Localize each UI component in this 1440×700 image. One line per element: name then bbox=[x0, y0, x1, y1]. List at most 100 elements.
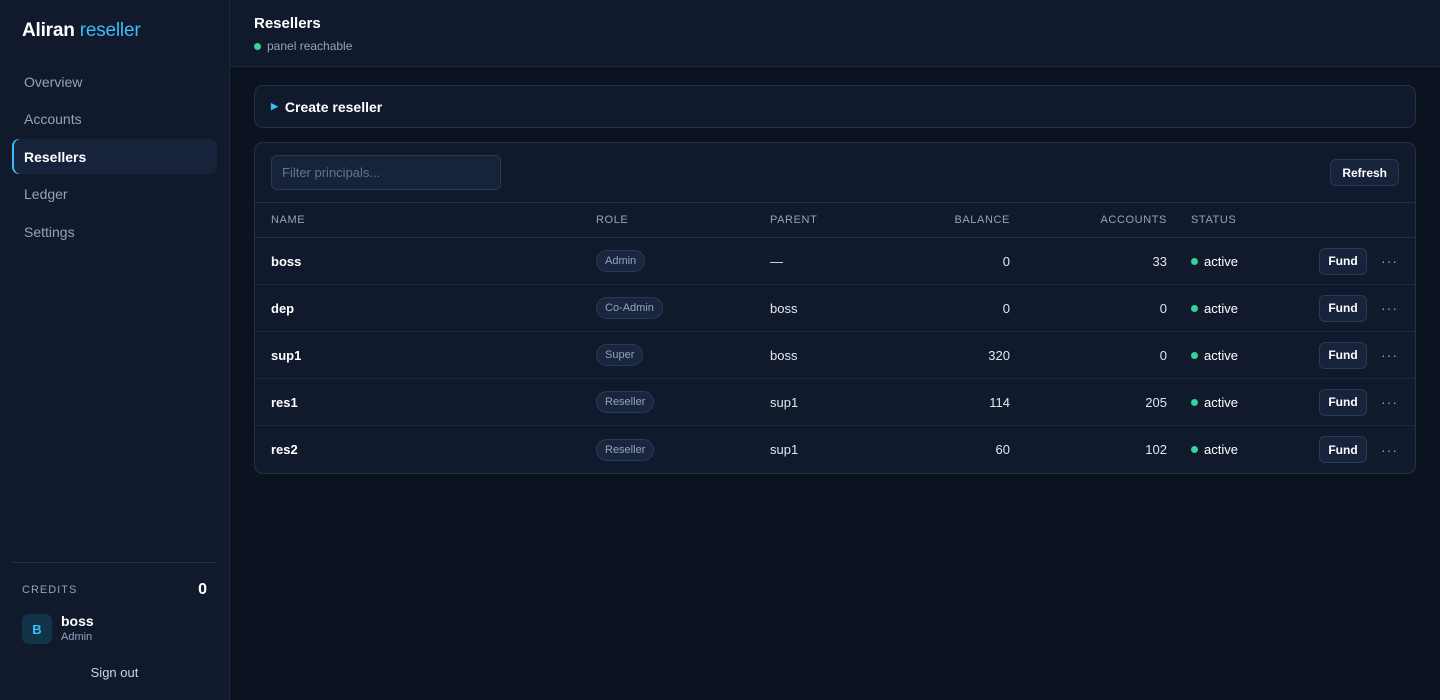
balance-cell: 0 bbox=[1002, 253, 1010, 269]
sidebar-item-ledger[interactable]: Ledger bbox=[12, 177, 217, 212]
sidebar-nav: Overview Accounts Resellers Ledger Setti… bbox=[12, 64, 217, 251]
role-cell: Admin bbox=[596, 250, 770, 272]
parent-cell: — bbox=[770, 253, 783, 269]
reseller-name: res2 bbox=[271, 442, 298, 457]
more-options-icon[interactable]: ··· bbox=[1381, 394, 1397, 410]
reseller-name: res1 bbox=[271, 394, 298, 410]
column-header-balance[interactable]: BALANCE bbox=[895, 214, 1010, 226]
credits-value: 0 bbox=[198, 581, 207, 598]
row-actions: Fund ··· bbox=[1297, 247, 1415, 275]
column-header-status[interactable]: STATUS bbox=[1167, 214, 1297, 226]
accounts-cell: 0 bbox=[1159, 347, 1167, 363]
role-cell: Co-Admin bbox=[596, 297, 770, 319]
column-header-parent[interactable]: PARENT bbox=[770, 214, 895, 226]
sidebar-item-settings[interactable]: Settings bbox=[12, 214, 217, 249]
sidebar: Aliran reseller Overview Accounts Resell… bbox=[0, 0, 230, 700]
more-options-icon[interactable]: ··· bbox=[1381, 347, 1397, 363]
role-badge: Super bbox=[596, 344, 644, 366]
user-role: Admin bbox=[61, 631, 93, 643]
current-user: B boss Admin bbox=[12, 613, 217, 645]
sign-out-button[interactable]: Sign out bbox=[12, 665, 217, 680]
user-info: boss Admin bbox=[61, 613, 94, 645]
create-reseller-label: Create reseller bbox=[284, 98, 383, 115]
more-options-icon[interactable]: ··· bbox=[1381, 300, 1397, 316]
page-title: Resellers bbox=[254, 15, 321, 32]
accounts-cell: 205 bbox=[1145, 394, 1167, 410]
brand-name: Aliran bbox=[22, 20, 75, 41]
accounts-cell: 102 bbox=[1145, 442, 1167, 457]
role-cell: Reseller bbox=[596, 391, 770, 413]
brand-logo: Aliran reseller bbox=[22, 20, 217, 42]
balance-cell: 60 bbox=[995, 442, 1010, 457]
role-cell: Super bbox=[596, 344, 770, 366]
page-header: Resellers panel reachable bbox=[230, 0, 1440, 67]
role-badge: Admin bbox=[596, 250, 646, 272]
more-options-icon[interactable]: ··· bbox=[1381, 253, 1397, 269]
create-reseller-toggle[interactable]: ▶ Create reseller bbox=[254, 85, 1416, 128]
status-dot-icon bbox=[1191, 398, 1198, 406]
accounts-cell: 33 bbox=[1152, 253, 1167, 269]
column-header-accounts[interactable]: ACCOUNTS bbox=[1010, 214, 1167, 226]
credits-label: CREDITS bbox=[22, 584, 78, 596]
fund-button[interactable]: Fund bbox=[1319, 436, 1367, 463]
reseller-name: dep bbox=[271, 300, 295, 316]
table-row[interactable]: sup1 Super boss 320 0 active Fund ··· bbox=[255, 332, 1415, 379]
status-cell: active bbox=[1167, 301, 1297, 316]
main-area: Resellers panel reachable ▶ Create resel… bbox=[230, 0, 1440, 700]
column-header-role[interactable]: ROLE bbox=[596, 214, 770, 226]
sidebar-item-accounts[interactable]: Accounts bbox=[12, 102, 217, 137]
user-name: boss bbox=[61, 613, 94, 629]
table-row[interactable]: res1 Reseller sup1 114 205 active Fund ··… bbox=[255, 379, 1415, 426]
parent-cell: boss bbox=[770, 300, 798, 316]
credits-summary: CREDITS 0 bbox=[12, 581, 217, 599]
status-text: active bbox=[1204, 253, 1238, 269]
status-text: active bbox=[1204, 442, 1238, 457]
parent-cell: sup1 bbox=[770, 394, 799, 410]
role-badge: Reseller bbox=[596, 391, 655, 413]
row-actions: Fund ··· bbox=[1297, 388, 1415, 416]
resellers-table-card: Refresh NAME ROLE PARENT BALANCE ACCOUNT… bbox=[254, 142, 1416, 474]
status-text: active bbox=[1204, 300, 1238, 316]
role-badge: Co-Admin bbox=[596, 297, 663, 319]
status-cell: active bbox=[1167, 254, 1297, 269]
status-cell: active bbox=[1167, 395, 1297, 410]
status-text: active bbox=[1204, 394, 1238, 410]
row-actions: Fund ··· bbox=[1297, 294, 1415, 322]
table-row[interactable]: res2 Reseller sup1 60 102 active Fund ··· bbox=[255, 426, 1415, 473]
caret-right-icon: ▶ bbox=[271, 101, 278, 111]
column-header-name[interactable]: NAME bbox=[271, 214, 596, 226]
table-row[interactable]: boss Admin — 0 33 active Fund ··· bbox=[255, 238, 1415, 285]
reseller-name: boss bbox=[271, 253, 302, 269]
balance-cell: 114 bbox=[989, 394, 1010, 410]
filter-input[interactable] bbox=[271, 155, 501, 190]
status-dot-icon bbox=[1191, 446, 1198, 453]
status-cell: active bbox=[1167, 348, 1297, 363]
table-toolbar: Refresh bbox=[255, 143, 1415, 203]
sidebar-footer: CREDITS 0 B boss Admin Sign out bbox=[12, 562, 217, 700]
refresh-button[interactable]: Refresh bbox=[1330, 159, 1399, 186]
sidebar-item-resellers[interactable]: Resellers bbox=[12, 139, 217, 174]
balance-cell: 0 bbox=[1002, 300, 1010, 316]
status-dot-icon bbox=[254, 42, 261, 50]
status-dot-icon bbox=[1191, 257, 1198, 265]
fund-button[interactable]: Fund bbox=[1319, 388, 1367, 416]
status-cell: active bbox=[1167, 442, 1297, 457]
page-content: ▶ Create reseller Refresh NAME ROLE PARE… bbox=[230, 67, 1440, 492]
row-actions: Fund ··· bbox=[1297, 341, 1415, 369]
fund-button[interactable]: Fund bbox=[1319, 341, 1367, 369]
parent-cell: boss bbox=[770, 347, 798, 363]
table-row[interactable]: dep Co-Admin boss 0 0 active Fund ··· bbox=[255, 285, 1415, 332]
app-root: Aliran reseller Overview Accounts Resell… bbox=[0, 0, 1440, 700]
parent-cell: sup1 bbox=[770, 442, 799, 457]
reseller-name: sup1 bbox=[271, 347, 302, 363]
sidebar-item-overview[interactable]: Overview bbox=[12, 64, 217, 99]
connection-status: panel reachable bbox=[254, 39, 1416, 53]
role-badge: Reseller bbox=[596, 438, 655, 461]
fund-button[interactable]: Fund bbox=[1319, 294, 1367, 322]
fund-button[interactable]: Fund bbox=[1319, 247, 1367, 275]
role-cell: Reseller bbox=[596, 438, 770, 461]
more-options-icon[interactable]: ··· bbox=[1381, 442, 1397, 458]
avatar: B bbox=[22, 614, 52, 644]
status-dot-icon bbox=[1191, 304, 1198, 312]
brand-suffix: reseller bbox=[79, 20, 141, 41]
